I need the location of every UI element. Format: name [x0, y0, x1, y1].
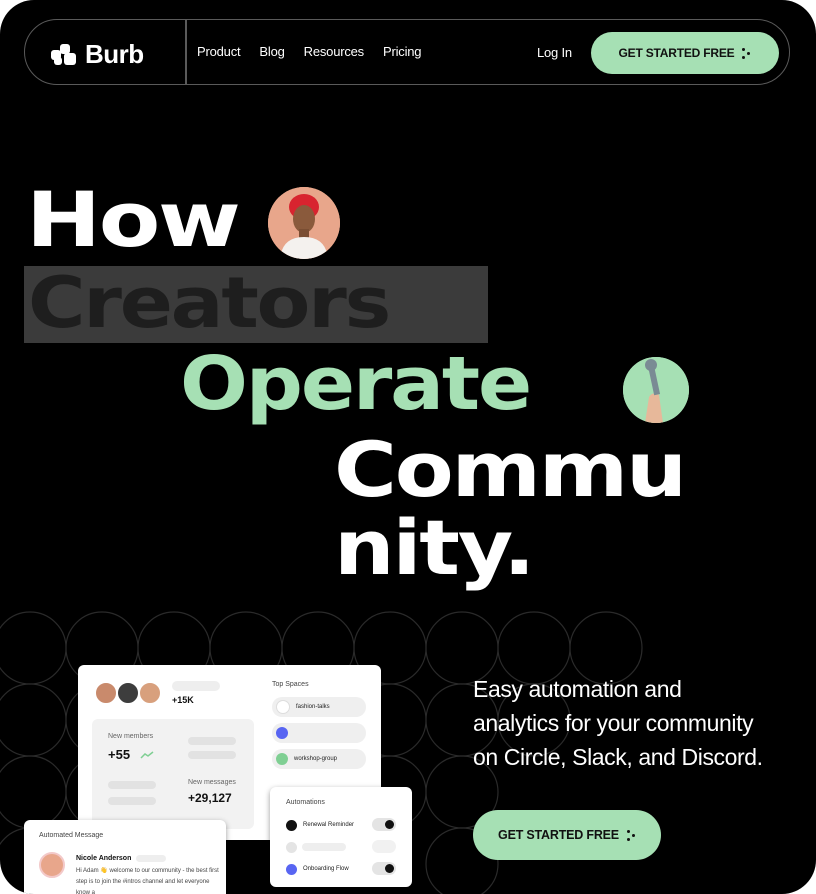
get-started-button-nav[interactable]: GET STARTED FREE [591, 32, 779, 74]
brand-logo[interactable]: Burb [51, 39, 144, 70]
message-body: Hi Adam 👋 welcome to our community - the… [76, 868, 219, 894]
automation-icon [286, 841, 297, 853]
automations-card: Automations Renewal Reminder Onboarding … [270, 787, 412, 887]
automation-toggle[interactable] [372, 862, 396, 875]
automation-row [286, 839, 396, 855]
member-avatar [94, 681, 118, 705]
trend-up-icon [140, 751, 154, 759]
automation-name: Renewal Reminder [303, 822, 355, 828]
member-avatar [116, 681, 140, 705]
new-members-value: +55 [108, 747, 131, 762]
arrow-dots-icon [742, 47, 751, 59]
placeholder-bar [108, 781, 156, 789]
creator-avatar-image [268, 187, 340, 259]
sender-avatar [39, 852, 65, 878]
space-item[interactable] [272, 723, 366, 743]
new-messages-value: +29,127 [188, 791, 232, 805]
automated-message-title: Automated Message [39, 832, 104, 839]
tagline-line-1: Easy automation and [473, 676, 682, 702]
automations-title: Automations [286, 799, 325, 806]
nav-links: Product Blog Resources Pricing [197, 44, 422, 59]
space-item-workshop-group[interactable]: workshop-group [272, 749, 366, 769]
automation-row-onboarding: Onboarding Flow [286, 861, 396, 877]
placeholder-bar [188, 751, 236, 759]
tagline-line-2: analytics for your community [473, 710, 754, 736]
headline-word-nity: nity. [334, 503, 536, 592]
automation-toggle[interactable] [372, 818, 396, 831]
arrow-dots-icon [626, 829, 636, 841]
automation-name: Onboarding Flow [303, 866, 349, 872]
space-item-fashion-talks[interactable]: fashion-talks [272, 697, 366, 717]
member-avatar [138, 681, 162, 705]
space-icon [276, 700, 290, 714]
headline-word-creators: Creators [28, 262, 391, 344]
get-started-label: GET STARTED FREE [618, 46, 735, 60]
stats-panel: New members +55 New messages +29,127 [92, 719, 254, 829]
message-sender: Nicole Anderson [76, 855, 132, 862]
nav-link-resources[interactable]: Resources [304, 44, 365, 59]
wrench-icon [623, 357, 689, 423]
page-frame: Burb Product Blog Resources Pricing Log … [0, 0, 816, 894]
tagline-line-3: on Circle, Slack, and Discord. [473, 744, 763, 770]
nav-divider [185, 19, 187, 85]
placeholder-bar [136, 855, 166, 862]
get-started-button-hero[interactable]: GET STARTED FREE [473, 810, 661, 860]
automated-message-card: Automated Message Nicole Anderson Hi Ada… [24, 820, 226, 894]
burb-logo-icon [51, 43, 79, 66]
nav-link-pricing[interactable]: Pricing [383, 44, 422, 59]
nav-link-product[interactable]: Product [197, 44, 241, 59]
discord-icon [276, 727, 288, 739]
hero-tagline: Easy automation and analytics for your c… [473, 672, 803, 774]
new-messages-label: New messages [188, 779, 236, 786]
automation-row-renewal: Renewal Reminder [286, 817, 396, 833]
headline-word-operate: Operate [180, 341, 532, 427]
wrench-hand-image [623, 357, 689, 423]
get-started-label: GET STARTED FREE [498, 828, 619, 842]
new-members-label: New members [108, 733, 154, 740]
automation-icon [286, 863, 297, 875]
placeholder-bar [188, 737, 236, 745]
brand-name: Burb [85, 39, 144, 69]
placeholder-bar [108, 797, 156, 805]
login-link[interactable]: Log In [537, 45, 572, 60]
placeholder-bar [302, 843, 346, 851]
headline-word-commu: Commu [334, 425, 687, 514]
top-spaces-title: Top Spaces [272, 681, 309, 688]
top-navigation: Burb Product Blog Resources Pricing Log … [24, 19, 790, 85]
space-name: fashion-talks [296, 704, 330, 710]
automation-toggle[interactable] [372, 840, 396, 853]
space-icon [276, 753, 288, 765]
automation-icon [286, 819, 297, 831]
placeholder-bar [172, 681, 220, 691]
headline-word-how: How [26, 175, 241, 264]
space-name: workshop-group [294, 756, 338, 762]
member-count: +15K [172, 695, 194, 705]
nav-link-blog[interactable]: Blog [259, 44, 284, 59]
